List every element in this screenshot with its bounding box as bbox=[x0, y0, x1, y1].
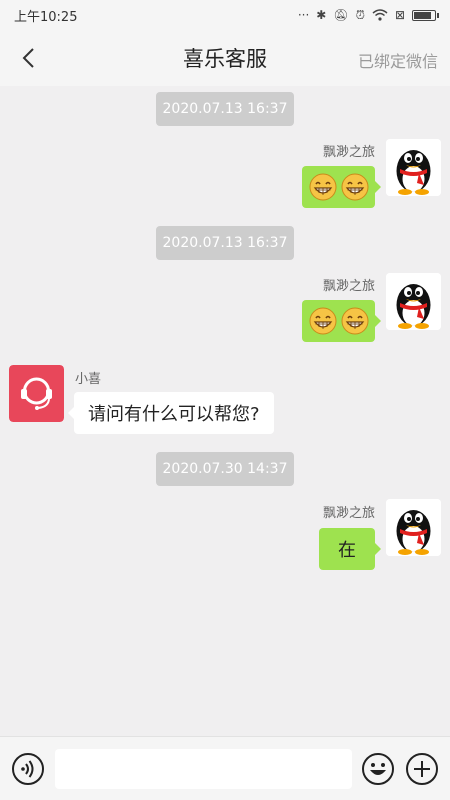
user-avatar[interactable] bbox=[386, 139, 441, 196]
sender-name: 飘渺之旅 bbox=[322, 145, 375, 160]
grin-emoji-icon bbox=[341, 307, 369, 335]
signal-dots-icon: ··· bbox=[297, 8, 310, 22]
grin-emoji-icon bbox=[309, 307, 337, 335]
wechat-bound-link[interactable]: 已绑定微信 bbox=[358, 48, 438, 72]
more-options-button[interactable] bbox=[405, 752, 439, 786]
battery-level bbox=[414, 11, 432, 19]
mute-icon: 🔕︎ bbox=[333, 8, 349, 22]
sender-name: 飘渺之旅 bbox=[322, 279, 375, 294]
emoji-button[interactable] bbox=[361, 752, 395, 786]
message-timestamp: 2020.07.13 16:37 bbox=[156, 226, 294, 260]
input-bar bbox=[0, 736, 450, 800]
voice-button[interactable] bbox=[11, 752, 45, 786]
page-title: 喜乐客服 bbox=[183, 47, 267, 71]
message-input[interactable] bbox=[55, 749, 352, 789]
wifi-icon bbox=[372, 9, 388, 21]
battery-icon bbox=[412, 9, 439, 21]
chat-header: 喜乐客服 已绑定微信 bbox=[0, 30, 450, 86]
sim-icon: ⊠ bbox=[394, 8, 405, 22]
sender-name: 小喜 bbox=[75, 372, 102, 387]
message-text: 请问有什么可以帮您? bbox=[88, 404, 260, 425]
alarm-icon: ⏰︎ bbox=[355, 7, 365, 22]
user-avatar[interactable] bbox=[386, 273, 441, 330]
status-time: 上午10:25 bbox=[14, 9, 78, 25]
grin-emoji-icon bbox=[341, 173, 369, 201]
sender-name: 飘渺之旅 bbox=[322, 506, 375, 521]
message-timestamp: 2020.07.30 14:37 bbox=[156, 452, 294, 486]
message-bubble-outgoing[interactable]: 在 bbox=[319, 528, 381, 570]
message-bubble-outgoing[interactable] bbox=[302, 166, 381, 208]
message-text: 在 bbox=[338, 540, 356, 561]
status-bar: 上午10:25 ··· ✱ 🔕︎ ⏰︎ ⊠ bbox=[0, 0, 450, 30]
message-bubble-incoming[interactable]: 请问有什么可以帮您? bbox=[68, 392, 274, 434]
message-bubble-outgoing[interactable] bbox=[302, 300, 381, 342]
back-button[interactable] bbox=[16, 44, 44, 72]
chat-area[interactable]: 2020.07.13 16:37 飘渺之旅 2020.07.13 16:37 飘… bbox=[0, 86, 450, 736]
user-avatar[interactable] bbox=[386, 499, 441, 556]
service-avatar[interactable] bbox=[9, 365, 64, 422]
message-timestamp: 2020.07.13 16:37 bbox=[156, 92, 294, 126]
grin-emoji-icon bbox=[309, 173, 337, 201]
status-icons: ··· ✱ 🔕︎ ⏰︎ ⊠ bbox=[297, 7, 439, 23]
bluetooth-icon: ✱ bbox=[316, 8, 327, 22]
